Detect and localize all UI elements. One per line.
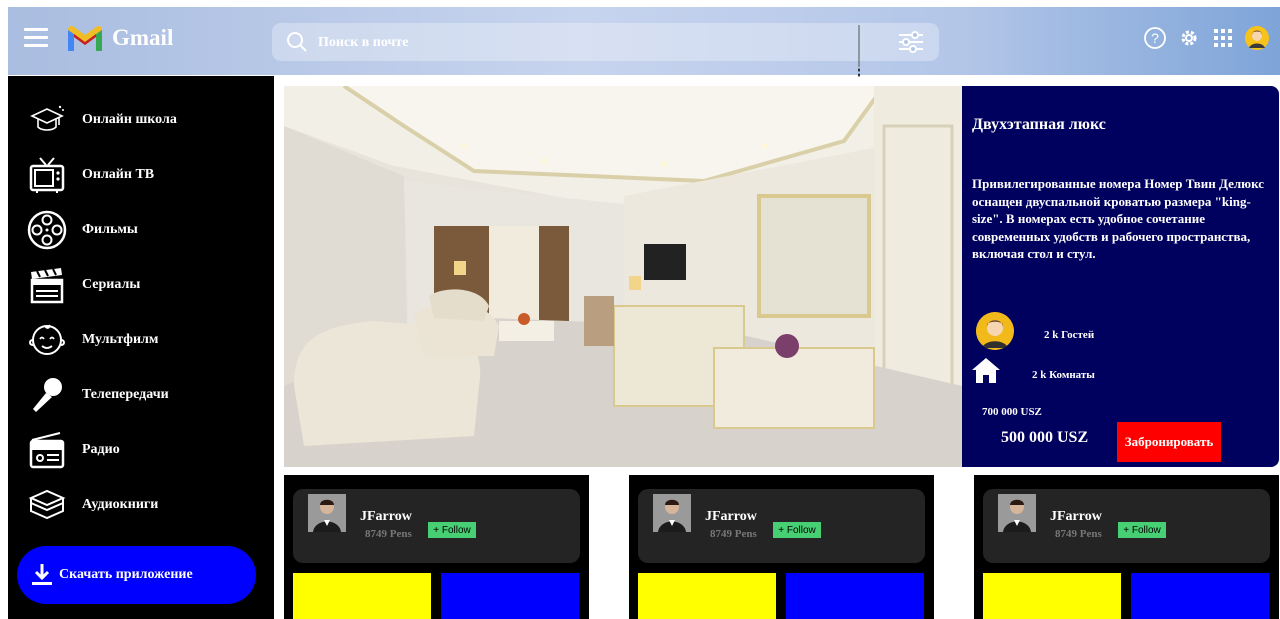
avatar[interactable] (653, 494, 691, 532)
profile-header: JFarrow 8749 Pens + Follow (638, 489, 925, 563)
graduation-cap-icon (24, 98, 70, 142)
microphone-icon (24, 373, 70, 417)
profile-name[interactable]: JFarrow (1050, 509, 1102, 525)
settings-icon[interactable] (1176, 25, 1202, 51)
book-button[interactable]: Забронировать (1117, 422, 1221, 462)
room-info-panel: Двухэтапная люкс Привилегированные номер… (962, 86, 1279, 467)
sidebar-item-online-tv[interactable]: Онлайн ТВ (24, 153, 154, 197)
search-bar (272, 23, 939, 61)
clapperboard-icon (24, 263, 70, 307)
avatar[interactable] (998, 494, 1036, 532)
film-reel-icon (24, 208, 70, 252)
search-icon[interactable] (286, 31, 308, 53)
card-preview-blue[interactable] (1131, 573, 1269, 619)
rooms-count: 2 k Комнаты (1032, 369, 1095, 381)
radio-icon (24, 428, 70, 472)
profile-card: JFarrow 8749 Pens + Follow (974, 475, 1279, 619)
scroll-handle (858, 25, 860, 77)
profile-card: JFarrow 8749 Pens + Follow (629, 475, 934, 619)
pens-count: 8749 Pens (365, 528, 412, 540)
sidebar-item-online-school[interactable]: Онлайн школа (24, 98, 177, 142)
card-preview-yellow[interactable] (638, 573, 776, 619)
sidebar-item-cartoons[interactable]: Мультфилм (24, 318, 158, 362)
pens-count: 8749 Pens (710, 528, 757, 540)
sidebar-item-tv-shows[interactable]: Телепередачи (24, 373, 169, 417)
apps-grid-icon[interactable] (1210, 25, 1236, 51)
room-description: Привилегированные номера Номер Твин Делю… (972, 176, 1265, 261)
sidebar-item-label: Сериалы (82, 277, 141, 292)
tv-icon (24, 153, 70, 197)
profile-header: JFarrow 8749 Pens + Follow (293, 489, 580, 563)
sidebar-item-label: Онлайн ТВ (82, 167, 155, 182)
svg-text:?: ? (1151, 30, 1159, 46)
gmail-logo[interactable] (66, 25, 104, 53)
download-app-label: Скачать приложение (59, 567, 193, 582)
follow-button[interactable]: + Follow (1118, 522, 1166, 538)
new-price: 500 000 USZ (1001, 429, 1089, 446)
profile-name[interactable]: JFarrow (705, 509, 757, 525)
books-icon (24, 483, 70, 527)
card-preview-yellow[interactable] (983, 573, 1121, 619)
baby-face-icon (24, 318, 70, 362)
top-bar: Gmail ? (8, 7, 1280, 77)
sidebar-item-label: Фильмы (82, 222, 138, 237)
pens-count: 8749 Pens (1055, 528, 1102, 540)
profile-name[interactable]: JFarrow (360, 509, 412, 525)
card-preview-blue[interactable] (786, 573, 924, 619)
avatar[interactable] (308, 494, 346, 532)
sidebar-item-label: Радио (82, 442, 120, 457)
follow-button[interactable]: + Follow (428, 522, 476, 538)
filter-options-icon[interactable] (897, 31, 925, 53)
profile-header: JFarrow 8749 Pens + Follow (983, 489, 1270, 563)
sidebar-item-series[interactable]: Сериалы (24, 263, 140, 307)
guests-count: 2 k Гостей (1044, 329, 1095, 341)
follow-button[interactable]: + Follow (773, 522, 821, 538)
page-top-edge (0, 0, 1280, 7)
sidebar-item-movies[interactable]: Фильмы (24, 208, 138, 252)
old-price: 700 000 USZ (982, 406, 1042, 418)
sidebar: Онлайн школа Онлайн ТВ Фильмы Сериалы Му… (8, 76, 274, 619)
card-preview-yellow[interactable] (293, 573, 431, 619)
house-icon (972, 358, 1000, 383)
sidebar-item-audiobooks[interactable]: Аудиокниги (24, 483, 158, 527)
profile-card: JFarrow 8749 Pens + Follow (284, 475, 589, 619)
card-preview-blue[interactable] (441, 573, 579, 619)
room-photo (284, 86, 962, 467)
account-avatar[interactable] (1244, 25, 1270, 51)
sidebar-item-label: Мультфилм (82, 332, 159, 347)
guest-avatar (976, 312, 1014, 350)
sidebar-item-label: Аудиокниги (82, 497, 159, 512)
search-input[interactable] (316, 29, 880, 57)
sidebar-item-radio[interactable]: Радио (24, 428, 120, 472)
help-icon[interactable]: ? (1142, 25, 1168, 51)
app-name: Gmail (112, 25, 174, 50)
download-app-button[interactable]: Скачать приложение (17, 546, 256, 604)
top-actions: ? (1142, 25, 1270, 51)
room-title: Двухэтапная люкс (972, 116, 1106, 133)
sidebar-item-label: Телепередачи (82, 387, 169, 402)
download-icon (32, 564, 52, 585)
sidebar-item-label: Онлайн школа (82, 112, 177, 127)
menu-icon[interactable] (24, 28, 48, 48)
